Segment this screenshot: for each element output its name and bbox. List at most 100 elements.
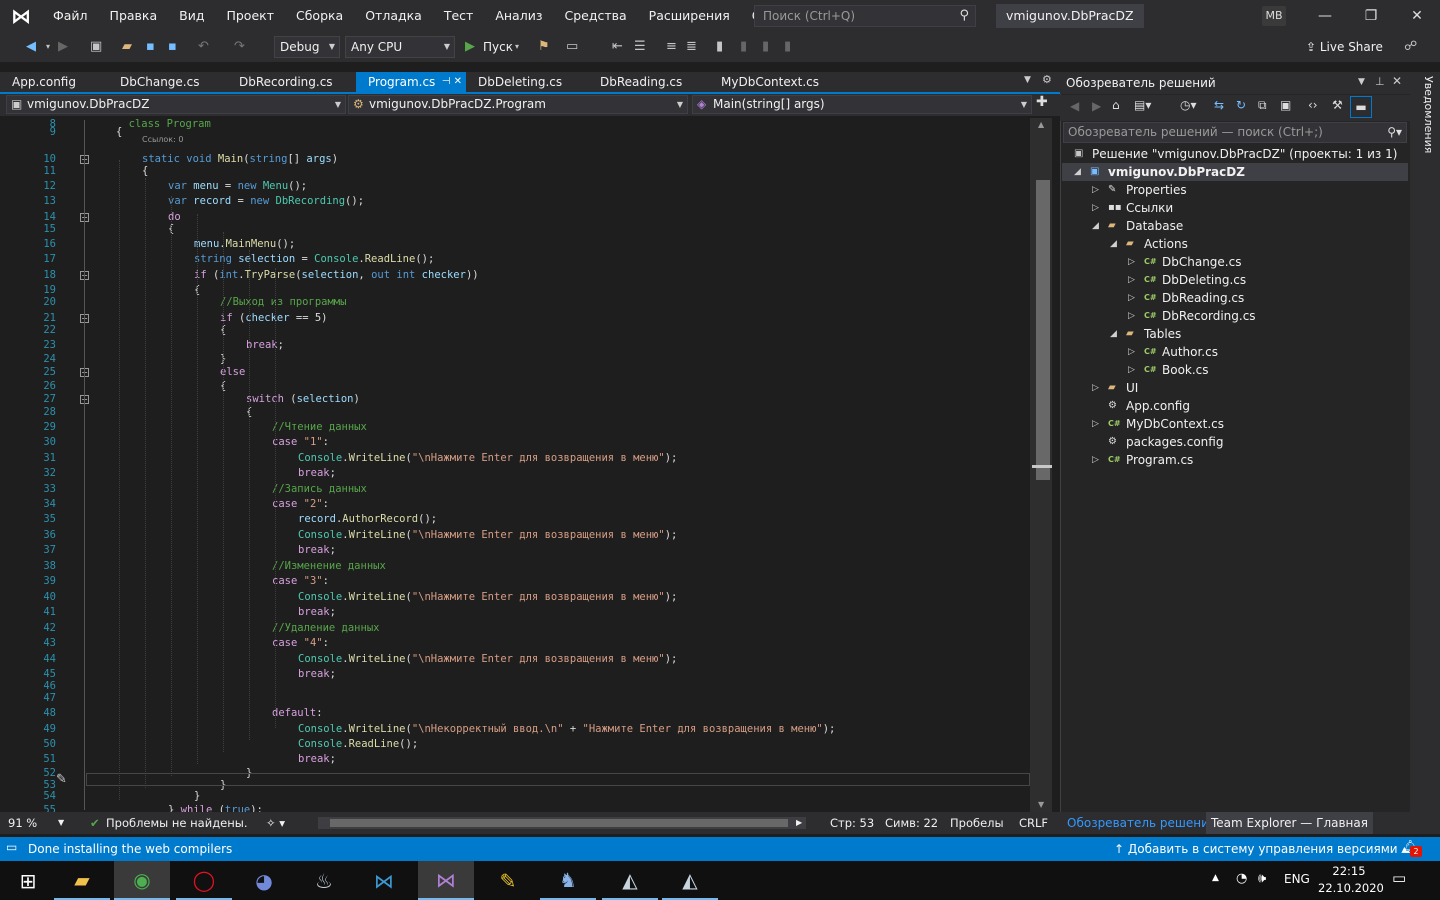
discord-icon[interactable]: ◕ bbox=[236, 861, 292, 900]
collapsed-arrow-icon[interactable]: ▷ bbox=[1128, 271, 1135, 289]
bookmark-icon[interactable]: ▮ bbox=[716, 38, 723, 56]
code-line[interactable]: //Выход из программы bbox=[220, 296, 346, 308]
save-icon[interactable]: ▪ bbox=[146, 38, 155, 56]
attach-icon[interactable]: ⚑ bbox=[538, 38, 550, 56]
tab-1[interactable]: DbChange.cs bbox=[108, 72, 223, 92]
tree-item[interactable]: ▷ C# MyDbContext.cs bbox=[1062, 415, 1408, 433]
code-line[interactable]: menu.MainMenu(); bbox=[194, 238, 295, 250]
code-line[interactable]: default: bbox=[272, 707, 323, 719]
menu-item-1[interactable]: Правка bbox=[99, 0, 169, 32]
pgadmin-icon[interactable]: ♞ bbox=[540, 861, 596, 900]
add-to-source-control-button[interactable]: ↑ Добавить в систему управления версиями… bbox=[1114, 837, 1407, 861]
code-line[interactable]: break; bbox=[298, 753, 336, 765]
tab-team-explorer[interactable]: Team Explorer — Главная bbox=[1206, 812, 1373, 834]
collapsed-arrow-icon[interactable]: ▷ bbox=[1092, 415, 1099, 433]
tree-item[interactable]: ◢ ▰ Actions bbox=[1062, 235, 1408, 253]
code-line[interactable]: { bbox=[142, 165, 148, 177]
code-line[interactable]: case "4": bbox=[272, 637, 329, 649]
project-dropdown[interactable]: ▣ vmigunov.DbPracDZ ▼ bbox=[6, 95, 346, 114]
tree-item[interactable]: ◢ ▰ Database bbox=[1062, 217, 1408, 235]
tree-item[interactable]: ▷ C# DbChange.cs bbox=[1062, 253, 1408, 271]
wifi-icon[interactable]: ◔ bbox=[1236, 871, 1247, 886]
menu-item-8[interactable]: Средства bbox=[553, 0, 637, 32]
code-line[interactable]: var record = new DbRecording(); bbox=[168, 195, 364, 207]
code-line[interactable]: case "3": bbox=[272, 575, 329, 587]
forward-icon[interactable]: ▶ bbox=[58, 38, 68, 56]
windows-start-icon[interactable]: ⊞ bbox=[0, 861, 56, 900]
code-cleanup-icon[interactable]: ✧ ▾ bbox=[266, 812, 285, 834]
tab-4[interactable]: DbDeleting.cs bbox=[466, 72, 584, 92]
menu-item-2[interactable]: Вид bbox=[168, 0, 215, 32]
view-code-icon[interactable]: ‹› bbox=[1308, 98, 1318, 112]
back-dropdown-icon[interactable]: ▾ bbox=[46, 38, 50, 56]
zoom-level[interactable]: 91 % bbox=[8, 812, 37, 834]
code-line[interactable]: Console.WriteLine("\nНажмите Enter для в… bbox=[298, 591, 677, 603]
collapsed-arrow-icon[interactable]: ▷ bbox=[1092, 379, 1099, 397]
code-line[interactable]: switch (selection) bbox=[246, 393, 360, 405]
back-icon[interactable]: ◀ bbox=[26, 38, 36, 56]
prev-bookmark-icon[interactable]: ▮ bbox=[740, 38, 747, 56]
code-line[interactable]: break; bbox=[298, 467, 336, 479]
scroll-up-icon[interactable]: ▲ bbox=[1038, 120, 1044, 129]
visual-studio-icon[interactable]: ⋈ bbox=[418, 861, 474, 900]
menu-item-6[interactable]: Тест bbox=[433, 0, 484, 32]
menu-item-9[interactable]: Расширения bbox=[638, 0, 741, 32]
action-center-icon[interactable]: ▭ bbox=[1392, 869, 1406, 887]
start-button[interactable]: Пуск bbox=[483, 38, 513, 56]
code-line[interactable]: string selection = Console.ReadLine(); bbox=[194, 253, 434, 265]
tree-item[interactable]: ▷ ▪▪ Ссылки bbox=[1062, 199, 1408, 217]
code-line[interactable]: Console.WriteLine("\nНажмите Enter для в… bbox=[298, 529, 677, 541]
menu-item-7[interactable]: Анализ bbox=[484, 0, 553, 32]
code-line[interactable]: do bbox=[168, 211, 181, 223]
uncomment-icon[interactable]: ≣ bbox=[686, 38, 697, 56]
tab-overflow-icon[interactable]: ▼ bbox=[1024, 75, 1031, 85]
tab-5[interactable]: DbReading.cs bbox=[588, 72, 706, 92]
tab-6[interactable]: MyDbContext.cs bbox=[709, 72, 829, 92]
restore-button[interactable]: ❐ bbox=[1348, 0, 1394, 32]
horizontal-scrollbar-thumb[interactable] bbox=[330, 819, 788, 827]
clear-bookmarks-icon[interactable]: ▮ bbox=[784, 38, 791, 56]
refresh-icon[interactable]: ↻ bbox=[1236, 98, 1246, 112]
code-line[interactable]: record.AuthorRecord(); bbox=[298, 513, 437, 525]
opera-icon[interactable]: ◯ bbox=[176, 861, 232, 900]
scrollbar-thumb[interactable] bbox=[1036, 180, 1050, 480]
collapsed-arrow-icon[interactable]: ▷ bbox=[1128, 253, 1135, 271]
format-icon[interactable]: ☰ bbox=[634, 38, 646, 56]
line-ending-indicator[interactable]: CRLF bbox=[1019, 812, 1048, 834]
type-dropdown[interactable]: ⚙ vmigunov.DbPracDZ.Program ▼ bbox=[348, 95, 688, 114]
menu-item-3[interactable]: Проект bbox=[215, 0, 285, 32]
mysql-workbench-2-icon[interactable]: ◭ bbox=[662, 861, 718, 900]
panel-menu-icon[interactable]: ▼ bbox=[1358, 77, 1365, 87]
code-line[interactable]: //Запись данных bbox=[272, 483, 367, 495]
code-line[interactable]: //Удаление данных bbox=[272, 622, 379, 634]
properties-wrench-icon[interactable]: ⚒ bbox=[1332, 98, 1343, 112]
code-line[interactable]: //Изменение данных bbox=[272, 560, 386, 572]
search-input[interactable]: Поиск (Ctrl+Q) ⚲ bbox=[754, 5, 976, 27]
avatar[interactable]: MB bbox=[1262, 6, 1286, 26]
code-line[interactable]: if (checker == 5) bbox=[220, 312, 328, 324]
scroll-down-icon[interactable]: ▼ bbox=[1038, 800, 1044, 809]
tree-item[interactable]: ▷ C# Program.cs bbox=[1062, 451, 1408, 469]
tree-item[interactable]: ▷ C# DbDeleting.cs bbox=[1062, 271, 1408, 289]
tree-item[interactable]: ◢ ▣ vmigunov.DbPracDZ bbox=[1062, 163, 1408, 181]
close-button[interactable]: ✕ bbox=[1394, 0, 1440, 32]
comment-icon[interactable]: ≡ bbox=[666, 38, 677, 56]
expanded-arrow-icon[interactable]: ◢ bbox=[1092, 217, 1099, 235]
code-line[interactable]: if (int.TryParse(selection, out int chec… bbox=[194, 269, 479, 281]
code-line[interactable]: //Чтение данных bbox=[272, 421, 367, 433]
collapsed-arrow-icon[interactable]: ▷ bbox=[1128, 289, 1135, 307]
code-line[interactable]: Console.WriteLine("\nНажмите Enter для в… bbox=[298, 452, 677, 464]
tab-solution-explorer[interactable]: Обозреватель решений bbox=[1062, 812, 1222, 834]
preview-selected-icon[interactable]: ▬ bbox=[1350, 96, 1372, 118]
code-line[interactable]: } bbox=[194, 790, 200, 802]
tree-item[interactable]: ▷ C# DbReading.cs bbox=[1062, 289, 1408, 307]
code-line[interactable]: break; bbox=[298, 668, 336, 680]
show-all-files-icon[interactable]: ▣ bbox=[1280, 98, 1291, 112]
menu-item-5[interactable]: Отладка bbox=[354, 0, 433, 32]
step-icon[interactable]: ⇤ bbox=[612, 38, 623, 56]
tree-item[interactable]: ▷ ✎ Properties bbox=[1062, 181, 1408, 199]
collapsed-arrow-icon[interactable]: ▷ bbox=[1092, 451, 1099, 469]
tree-item[interactable]: ▷ C# DbRecording.cs bbox=[1062, 307, 1408, 325]
tab-0[interactable]: App.config bbox=[0, 72, 100, 92]
settings-gear-icon[interactable]: ⚙ bbox=[1042, 73, 1052, 86]
